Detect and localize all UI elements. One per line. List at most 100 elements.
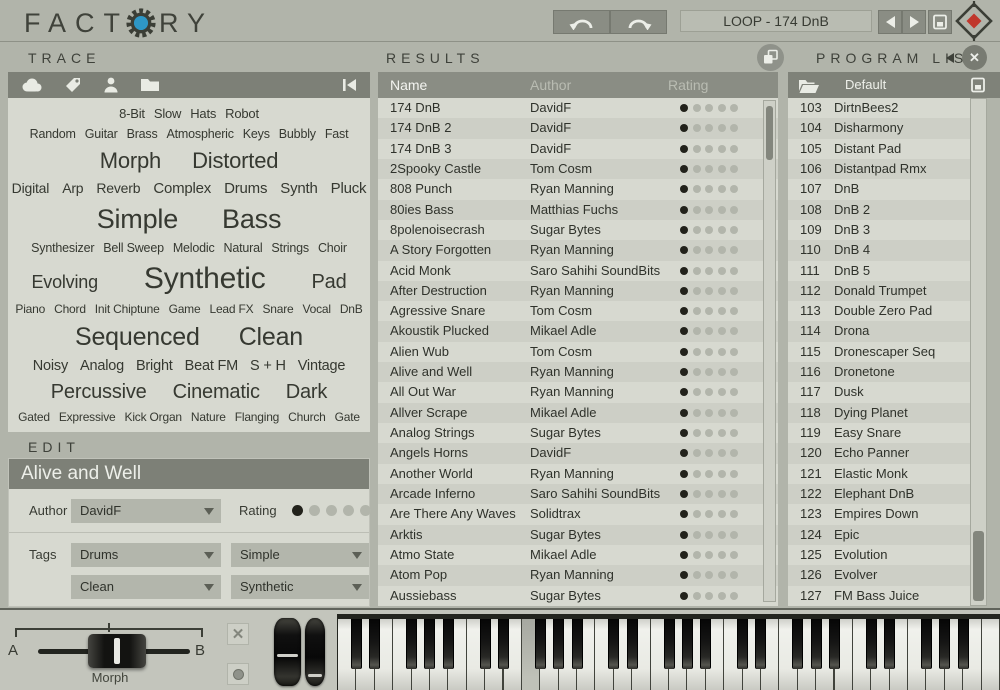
rating-dot-empty[interactable] [705, 206, 713, 214]
result-rating[interactable] [680, 287, 743, 295]
result-row[interactable]: A Story ForgottenRyan Manning [378, 240, 778, 260]
program-row[interactable]: 113Double Zero Pad [788, 301, 970, 321]
result-row[interactable]: All Out WarRyan Manning [378, 382, 778, 402]
rating-dot-empty[interactable] [730, 551, 738, 559]
rating-dot-empty[interactable] [730, 185, 738, 193]
tag-flanging[interactable]: Flanging [235, 410, 279, 424]
tag-evolving[interactable]: Evolving [31, 272, 97, 293]
tag-analog[interactable]: Analog [80, 358, 124, 374]
tag-sequenced[interactable]: Sequenced [75, 323, 200, 352]
result-row[interactable]: Allver ScrapeMikael Adle [378, 403, 778, 423]
black-key[interactable] [958, 619, 969, 669]
rating-dot-empty[interactable] [693, 104, 701, 112]
rating-dot-empty[interactable] [705, 226, 713, 234]
tag-s-h[interactable]: S + H [250, 358, 286, 374]
black-key[interactable] [424, 619, 435, 669]
rating-dot-empty[interactable] [718, 145, 726, 153]
rating-dot-empty[interactable] [693, 287, 701, 295]
result-row[interactable]: Arcade InfernoSaro Sahihi SoundBits [378, 484, 778, 504]
tag-game[interactable]: Game [169, 302, 201, 316]
column-name[interactable]: Name [390, 72, 427, 98]
tag-snare[interactable]: Snare [262, 302, 293, 316]
result-row[interactable]: Agressive SnareTom Cosm [378, 301, 778, 321]
rating-dot-empty[interactable] [718, 124, 726, 132]
copy-results-button[interactable] [757, 44, 784, 71]
undo-button[interactable] [553, 10, 610, 34]
program-row[interactable]: 107DnB [788, 179, 970, 199]
black-key[interactable] [829, 619, 840, 669]
rating-dot-empty[interactable] [730, 104, 738, 112]
rating-dot-empty[interactable] [693, 388, 701, 396]
result-row[interactable]: After DestructionRyan Manning [378, 281, 778, 301]
black-key[interactable] [737, 619, 748, 669]
rating-dot-empty[interactable] [705, 429, 713, 437]
result-row[interactable]: Another WorldRyan Manning [378, 464, 778, 484]
tag-icon[interactable] [64, 76, 82, 94]
tag-atmospheric[interactable]: Atmospheric [167, 127, 234, 141]
result-row[interactable]: Atmo StateMikael Adle [378, 545, 778, 565]
tag-percussive[interactable]: Percussive [51, 381, 147, 404]
rating-dot-empty[interactable] [705, 368, 713, 376]
rating-dot-empty[interactable] [693, 368, 701, 376]
tag-dropdown-3[interactable]: Clean [71, 575, 221, 599]
rating-dot-empty[interactable] [693, 348, 701, 356]
rating-dot-empty[interactable] [705, 246, 713, 254]
tag-digital[interactable]: Digital [12, 180, 50, 196]
result-rating[interactable] [680, 531, 743, 539]
rating-dot-empty[interactable] [730, 429, 738, 437]
current-program-display[interactable]: LOOP - 174 DnB [680, 10, 872, 32]
rating-dot-empty[interactable] [705, 510, 713, 518]
rating-dot-empty[interactable] [360, 505, 371, 516]
rating-dot-empty[interactable] [730, 124, 738, 132]
results-scrollbar-thumb[interactable] [766, 106, 773, 160]
tag-bass[interactable]: Bass [222, 204, 281, 235]
tag-dark[interactable]: Dark [286, 381, 327, 404]
black-key[interactable] [811, 619, 822, 669]
rating-dot-empty[interactable] [693, 145, 701, 153]
rating-dot-empty[interactable] [718, 449, 726, 457]
rating-dot-empty[interactable] [718, 104, 726, 112]
tag-strings[interactable]: Strings [271, 241, 309, 255]
result-rating[interactable] [680, 307, 743, 315]
result-row[interactable]: ArktisSugar Bytes [378, 525, 778, 545]
rating-dot-empty[interactable] [730, 327, 738, 335]
result-rating[interactable] [680, 449, 743, 457]
tag-fast[interactable]: Fast [325, 127, 349, 141]
collapse-program-list-icon[interactable] [946, 53, 954, 63]
tag-vocal[interactable]: Vocal [302, 302, 330, 316]
rating-dot-empty[interactable] [705, 409, 713, 417]
rating-dot-empty[interactable] [730, 368, 738, 376]
black-key[interactable] [351, 619, 362, 669]
rating-dot-filled[interactable] [680, 267, 688, 275]
tag-church[interactable]: Church [288, 410, 325, 424]
program-row[interactable]: 116Dronetone [788, 362, 970, 382]
tag-init-chiptune[interactable]: Init Chiptune [95, 302, 160, 316]
rating-dot-filled[interactable] [680, 409, 688, 417]
rating-dot-empty[interactable] [730, 571, 738, 579]
program-row[interactable]: 111DnB 5 [788, 261, 970, 281]
result-rating[interactable] [680, 571, 743, 579]
result-rating[interactable] [680, 206, 743, 214]
rating-dot-empty[interactable] [730, 388, 738, 396]
result-rating[interactable] [680, 490, 743, 498]
program-row[interactable]: 122Elephant DnB [788, 484, 970, 504]
program-scrollbar[interactable] [970, 98, 987, 606]
tag-simple[interactable]: Simple [97, 204, 178, 235]
tag-synthetic[interactable]: Synthetic [144, 262, 266, 296]
black-key[interactable] [866, 619, 877, 669]
redo-button[interactable] [610, 10, 667, 34]
rating-dot-filled[interactable] [680, 287, 688, 295]
rating-dot-empty[interactable] [705, 592, 713, 600]
rating-dot-empty[interactable] [705, 490, 713, 498]
cloud-icon[interactable] [20, 77, 44, 93]
results-scrollbar[interactable] [763, 100, 776, 602]
rating-dot-filled[interactable] [680, 307, 688, 315]
clear-button[interactable]: ✕ [227, 623, 249, 645]
program-row[interactable]: 126Evolver [788, 565, 970, 585]
skip-start-icon[interactable] [342, 78, 358, 92]
rating-dot-filled[interactable] [680, 531, 688, 539]
result-rating[interactable] [680, 551, 743, 559]
rating-dot-empty[interactable] [705, 531, 713, 539]
black-key[interactable] [406, 619, 417, 669]
rating-dot-filled[interactable] [680, 470, 688, 478]
